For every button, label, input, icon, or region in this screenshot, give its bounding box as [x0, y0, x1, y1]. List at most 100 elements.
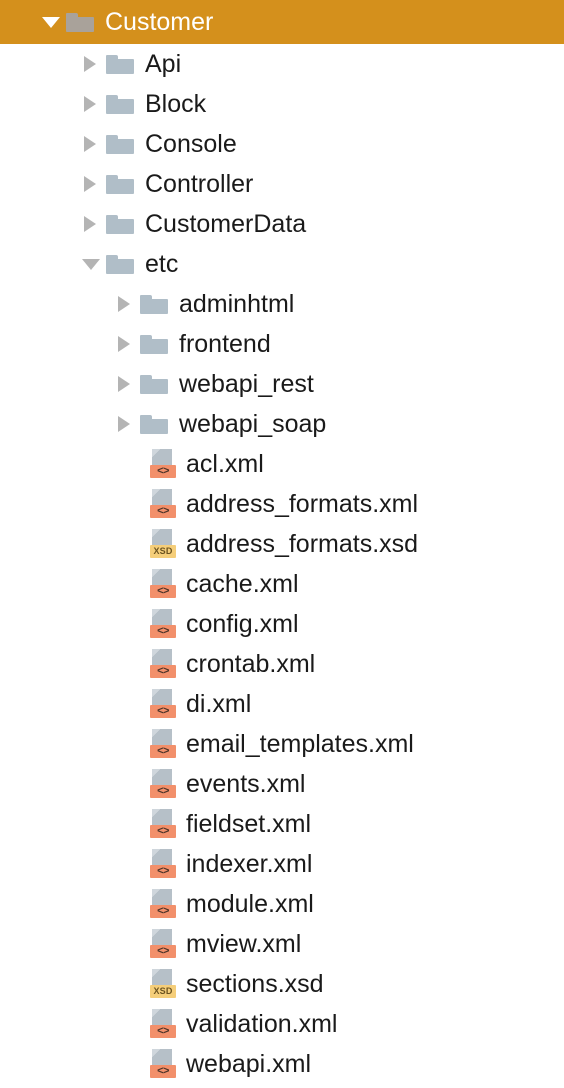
- tree-file-row[interactable]: <> cache.xml: [0, 564, 564, 604]
- folder-name-label: Customer: [105, 7, 214, 36]
- tree-file-row[interactable]: <> address_formats.xml: [0, 484, 564, 524]
- tree-folder-row[interactable]: CustomerData: [0, 204, 564, 244]
- file-name-label: indexer.xml: [186, 849, 313, 878]
- folder-body: [106, 259, 134, 274]
- file-corner-fold: [152, 529, 160, 537]
- chevron-right-icon[interactable]: [80, 84, 106, 124]
- folder-body: [140, 299, 168, 314]
- file-corner-fold: [152, 1009, 160, 1017]
- file-name-label: cache.xml: [186, 569, 299, 598]
- folder-icon: [140, 332, 170, 356]
- file-name-label: webapi.xml: [186, 1049, 312, 1078]
- file-type-badge: <>: [150, 465, 176, 478]
- chevron-right-icon[interactable]: [80, 44, 106, 84]
- folder-icon: [66, 10, 96, 34]
- tree-folder-row[interactable]: Console: [0, 124, 564, 164]
- triangle-glyph: [118, 336, 130, 352]
- folder-name-label: Block: [145, 89, 207, 118]
- folder-name-label: Api: [145, 49, 182, 78]
- file-tree[interactable]: Customer Api Block Console Controller Custome…: [0, 0, 564, 1084]
- tree-file-row[interactable]: <> events.xml: [0, 764, 564, 804]
- tree-file-row[interactable]: XSD address_formats.xsd: [0, 524, 564, 564]
- chevron-right-icon[interactable]: [80, 124, 106, 164]
- file-name-label: acl.xml: [186, 449, 264, 478]
- chevron-right-icon[interactable]: [114, 404, 140, 444]
- folder-name-label: Console: [145, 129, 237, 158]
- chevron-right-icon[interactable]: [114, 284, 140, 324]
- tree-folder-row[interactable]: adminhtml: [0, 284, 564, 324]
- tree-folder-row[interactable]: Block: [0, 84, 564, 124]
- chevron-right-icon[interactable]: [114, 364, 140, 404]
- file-name-label: mview.xml: [186, 929, 302, 958]
- xml-file-icon: <>: [150, 769, 178, 799]
- tree-file-row[interactable]: XSD sections.xsd: [0, 964, 564, 1004]
- tree-file-row[interactable]: <> module.xml: [0, 884, 564, 924]
- tree-folder-row[interactable]: webapi_rest: [0, 364, 564, 404]
- triangle-glyph: [118, 296, 130, 312]
- tree-folder-row[interactable]: Customer: [0, 0, 564, 44]
- file-name-label: module.xml: [186, 889, 314, 918]
- folder-icon: [140, 412, 170, 436]
- tree-folder-row[interactable]: webapi_soap: [0, 404, 564, 444]
- tree-file-row[interactable]: <> email_templates.xml: [0, 724, 564, 764]
- triangle-glyph: [82, 259, 100, 270]
- file-corner-fold: [152, 649, 160, 657]
- tree-file-row[interactable]: <> indexer.xml: [0, 844, 564, 884]
- chevron-down-icon[interactable]: [40, 2, 66, 42]
- folder-body: [140, 379, 168, 394]
- file-corner-fold: [152, 929, 160, 937]
- tree-file-row[interactable]: <> mview.xml: [0, 924, 564, 964]
- folder-name-label: webapi_rest: [179, 369, 314, 398]
- folder-body: [140, 339, 168, 354]
- file-corner-fold: [152, 689, 160, 697]
- tree-file-row[interactable]: <> acl.xml: [0, 444, 564, 484]
- xml-file-icon: <>: [150, 729, 178, 759]
- chevron-right-icon[interactable]: [80, 204, 106, 244]
- xml-file-icon: <>: [150, 1009, 178, 1039]
- file-corner-fold: [152, 489, 160, 497]
- xml-file-icon: <>: [150, 449, 178, 479]
- file-type-badge: <>: [150, 825, 176, 838]
- tree-folder-row[interactable]: Api: [0, 44, 564, 84]
- file-name-label: sections.xsd: [186, 969, 324, 998]
- xml-file-icon: <>: [150, 1049, 178, 1079]
- tree-file-row[interactable]: <> validation.xml: [0, 1004, 564, 1044]
- file-name-label: di.xml: [186, 689, 252, 718]
- file-type-badge: <>: [150, 905, 176, 918]
- tree-folder-row[interactable]: etc: [0, 244, 564, 284]
- file-corner-fold: [152, 449, 160, 457]
- file-type-badge: <>: [150, 945, 176, 958]
- xml-file-icon: <>: [150, 689, 178, 719]
- triangle-glyph: [84, 136, 96, 152]
- file-name-label: fieldset.xml: [186, 809, 312, 838]
- tree-folder-row[interactable]: frontend: [0, 324, 564, 364]
- chevron-right-icon[interactable]: [80, 164, 106, 204]
- folder-name-label: etc: [145, 249, 179, 278]
- xsd-file-icon: XSD: [150, 529, 178, 559]
- file-corner-fold: [152, 1049, 160, 1057]
- tree-file-row[interactable]: <> crontab.xml: [0, 644, 564, 684]
- tree-file-row[interactable]: <> di.xml: [0, 684, 564, 724]
- tree-file-row[interactable]: <> fieldset.xml: [0, 804, 564, 844]
- file-type-badge: <>: [150, 865, 176, 878]
- chevron-right-icon[interactable]: [114, 324, 140, 364]
- xml-file-icon: <>: [150, 489, 178, 519]
- file-type-badge: <>: [150, 785, 176, 798]
- tree-folder-row[interactable]: Controller: [0, 164, 564, 204]
- chevron-down-icon[interactable]: [80, 244, 106, 284]
- tree-file-row[interactable]: <> webapi.xml: [0, 1044, 564, 1084]
- triangle-glyph: [84, 216, 96, 232]
- tree-file-row[interactable]: <> config.xml: [0, 604, 564, 644]
